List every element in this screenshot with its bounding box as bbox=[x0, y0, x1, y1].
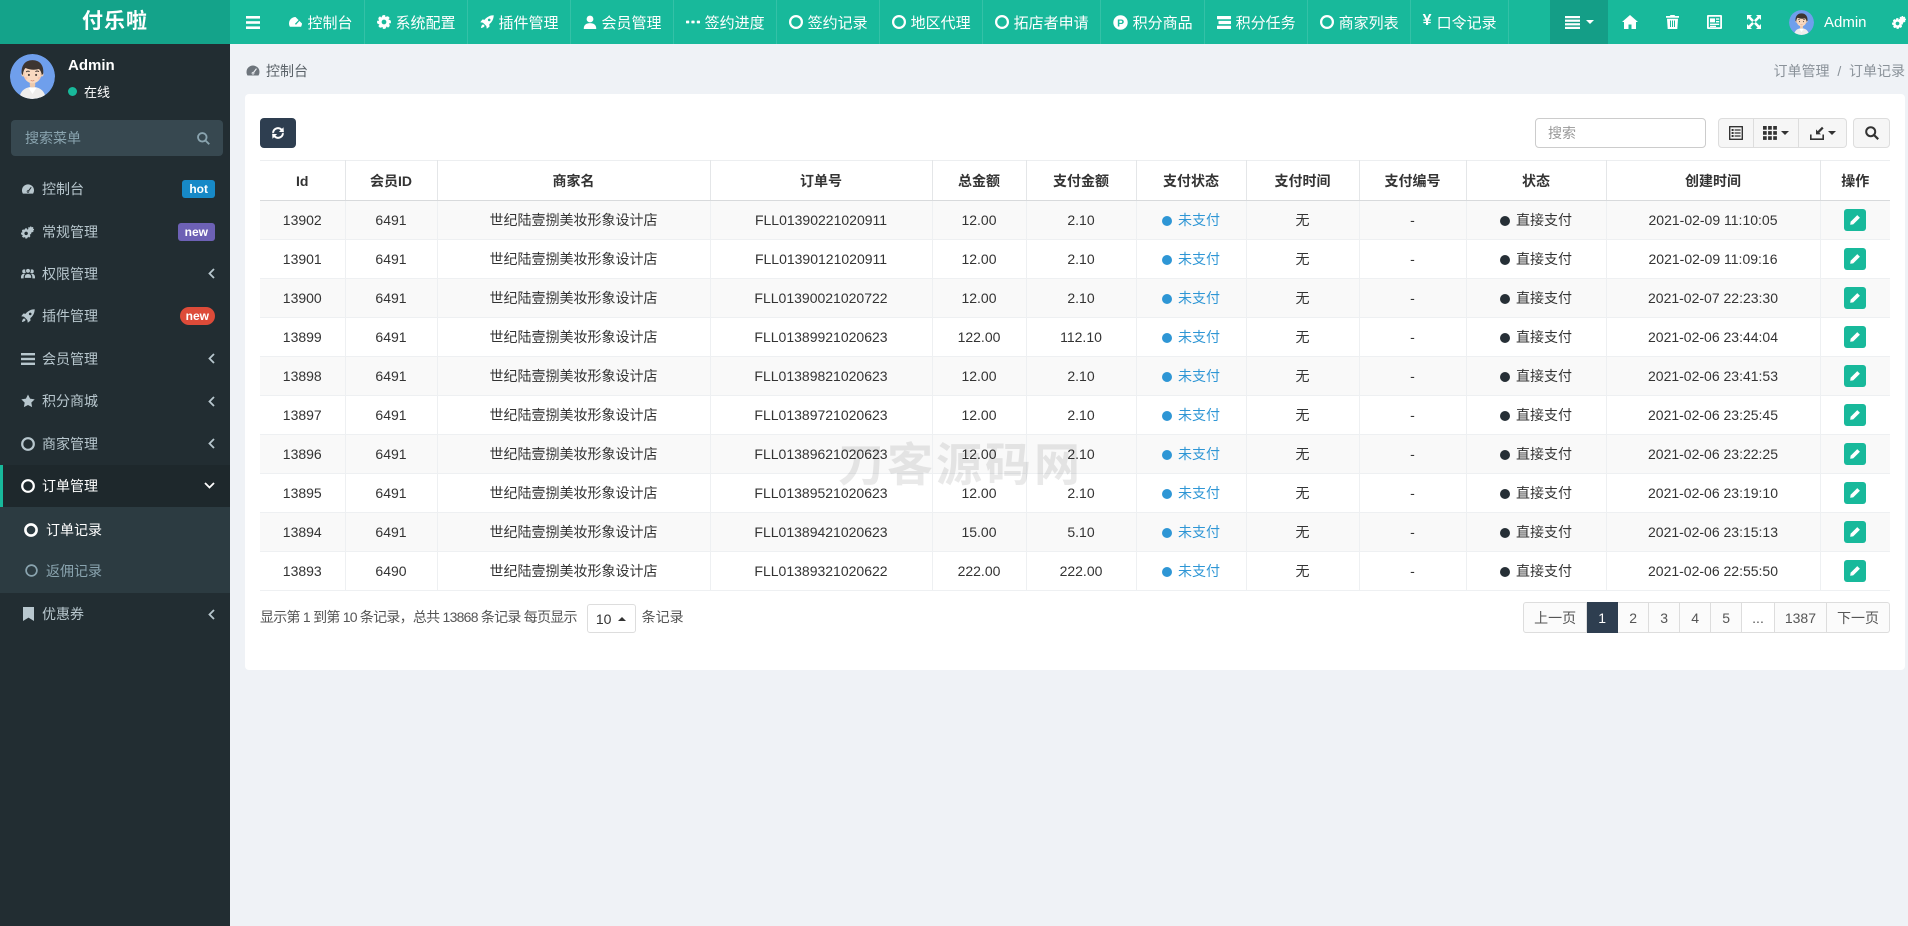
svg-text:P: P bbox=[1117, 17, 1124, 29]
